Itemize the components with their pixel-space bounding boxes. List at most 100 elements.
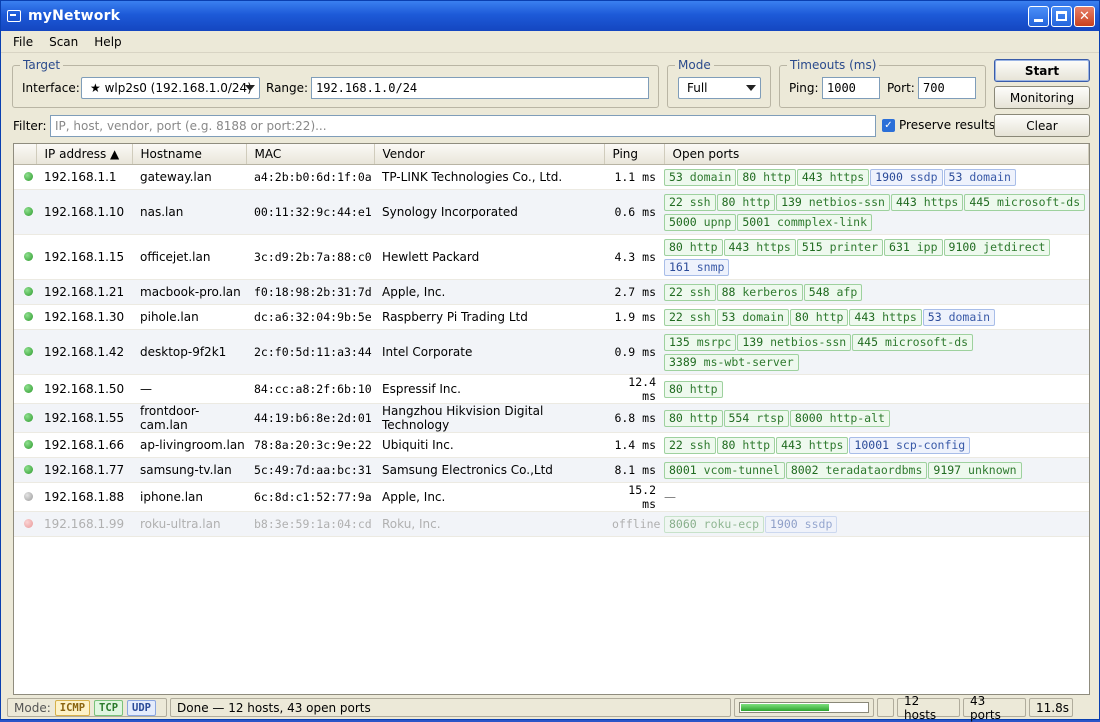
table-row[interactable]: 192.168.1.42 desktop-9f2k1 2c:f0:5d:11:a3:… <box>14 329 1089 375</box>
menu-help[interactable]: Help <box>86 35 129 49</box>
column-header-1[interactable]: IP address ▲ <box>36 144 133 165</box>
port-badge[interactable]: 1900 ssdp <box>870 168 943 186</box>
table-row[interactable]: 192.168.1.10 nas.lan 00:11:32:9c:44:e1 Syno… <box>14 189 1089 235</box>
interface-select[interactable]: ★ wlp2s0 (192.168.1.0/24) <box>81 77 260 99</box>
port-badge[interactable]: 139 netbios-ssn <box>737 333 852 351</box>
range-input[interactable] <box>311 77 649 99</box>
ping-timeout-input[interactable] <box>822 77 880 99</box>
table-row[interactable]: 192.168.1.50—84:cc:a8:2f:6b:10 Espressif … <box>14 374 1089 404</box>
status-cell <box>14 329 36 375</box>
port-badge[interactable]: 22 ssh <box>664 193 716 211</box>
column-header-0[interactable] <box>14 144 37 165</box>
port-badge[interactable]: 443 https <box>723 238 796 256</box>
start-button[interactable]: Start <box>994 59 1090 82</box>
port-badge[interactable]: 53 domain <box>716 308 789 326</box>
mode-select[interactable]: Full <box>678 77 761 99</box>
port-timeout-input[interactable] <box>918 77 976 99</box>
port-number: 53 <box>721 309 736 324</box>
table-row[interactable]: 192.168.1.55 frontdoor-cam.lan 44:19:b6:8e… <box>14 403 1089 433</box>
port-badge[interactable]: 10001 scp-config <box>849 436 971 454</box>
port-number: 443 <box>781 437 802 452</box>
open-ports-cell: 135 msrpc 139 netbios-ssn 445 microsoft-ds… <box>664 329 1089 375</box>
port-badge[interactable]: 443 https <box>796 168 870 186</box>
port-badge[interactable]: 554 rtsp <box>723 409 789 427</box>
port-service: ssh <box>689 194 711 209</box>
port-service: http <box>742 194 771 209</box>
port-badge[interactable]: 80 http <box>716 193 776 211</box>
mac-cell: dc:a6:32:04:9b:5e <box>246 304 374 330</box>
table-row[interactable]: 192.168.1.15 officejet.lan 3c:d9:2b:7a:88:… <box>14 234 1089 280</box>
minimize-button[interactable] <box>1028 5 1049 27</box>
port-badge[interactable]: 53 domain <box>922 308 996 326</box>
ip-cell: 192.168.1.42 <box>36 329 132 375</box>
port-badge[interactable]: 9197 unknown <box>928 461 1022 479</box>
column-header-5[interactable]: Ping <box>604 144 665 165</box>
clear-button[interactable]: Clear <box>994 114 1090 137</box>
port-badge[interactable]: 22 ssh <box>664 436 716 454</box>
column-header-6[interactable]: Open ports <box>664 144 1089 165</box>
table-row[interactable]: 192.168.1.1 gateway.lan a4:2b:b0:6d:1f:0a T… <box>14 164 1089 190</box>
port-badge[interactable]: 88 kerberos <box>716 283 803 301</box>
status-dot-icon <box>24 311 33 321</box>
column-header-4[interactable]: Vendor <box>374 144 605 165</box>
port-badge[interactable]: 1900 ssdp <box>765 515 838 533</box>
port-badge[interactable]: 80 http <box>664 409 723 427</box>
port-badge[interactable]: 548 afp <box>803 283 863 301</box>
port-badge[interactable]: 9100 jetdirect <box>943 238 1051 256</box>
title-bar[interactable]: myNetwork ✕ <box>1 1 1099 31</box>
port-badge[interactable]: 22 ssh <box>664 308 716 326</box>
mac-cell: 5c:49:7d:aa:bc:31 <box>246 457 374 483</box>
port-badge[interactable]: 445 microsoft-ds <box>964 193 1086 211</box>
status-dot-icon <box>24 206 33 216</box>
table-row[interactable]: 192.168.1.66 ap-livingroom.lan 78:8a:20:3c… <box>14 432 1089 458</box>
port-badge[interactable]: 53 domain <box>943 168 1016 186</box>
port-badge[interactable]: 8001 vcom-tunnel <box>664 461 785 479</box>
port-badge[interactable]: 22 ssh <box>664 283 716 301</box>
column-header-3[interactable]: MAC <box>246 144 375 165</box>
close-button[interactable]: ✕ <box>1074 5 1095 27</box>
table-row[interactable]: 192.168.1.30 pihole.lan dc:a6:32:04:9b:5e R… <box>14 304 1089 330</box>
open-ports-cell: 22 ssh 53 domain 80 http 443 https 53 domain <box>664 304 1089 330</box>
maximize-button[interactable] <box>1051 5 1072 27</box>
port-badge[interactable]: 80 http <box>737 168 796 186</box>
port-badge[interactable]: 135 msrpc <box>664 333 737 351</box>
table-row[interactable]: 192.168.1.88 iphone.lan 6c:8d:c1:52:77:9a A… <box>14 482 1089 512</box>
monitoring-button[interactable]: Monitoring <box>994 86 1090 109</box>
table-row[interactable]: 192.168.1.21 macbook-pro.lan f0:18:98:2b:3… <box>14 279 1089 305</box>
open-ports-cell: 22 ssh 80 http 443 https 10001 scp-config <box>664 432 1089 458</box>
port-badge[interactable]: 8002 teradataordbms <box>785 461 928 479</box>
port-service: rtsp <box>756 410 784 425</box>
port-badge[interactable]: 8060 roku-ecp <box>664 515 765 533</box>
port-badge[interactable]: 443 https <box>890 193 964 211</box>
preserve-results-checkbox[interactable]: ✓ Preserve results <box>882 118 995 132</box>
port-badge[interactable]: 515 printer <box>796 238 884 256</box>
port-badge[interactable]: 80 http <box>716 436 776 454</box>
port-badge[interactable]: 631 ipp <box>884 238 943 256</box>
port-badge[interactable]: 443 https <box>776 436 849 454</box>
port-badge[interactable]: 3389 ms-wbt-server <box>664 353 799 371</box>
port-badge[interactable]: 161 snmp <box>664 258 730 276</box>
table-row[interactable]: 192.168.1.77 samsung-tv.lan 5c:49:7d:aa:bc… <box>14 457 1089 483</box>
table-row[interactable]: 192.168.1.99 roku-ultra.lan b8:3e:59:1a:04… <box>14 511 1089 537</box>
port-number: 22 <box>669 437 683 452</box>
port-badge[interactable]: 80 http <box>664 380 723 398</box>
filter-input[interactable] <box>50 115 876 137</box>
port-badge[interactable]: 443 https <box>849 308 922 326</box>
port-badge[interactable]: 80 http <box>664 238 723 256</box>
port-badge[interactable]: 5001 commplex-link <box>737 213 872 231</box>
ping-cell: 0.6 ms <box>604 189 664 235</box>
port-service: http <box>742 437 771 452</box>
menu-file[interactable]: File <box>5 35 41 49</box>
port-badge[interactable]: 8000 http-alt <box>789 409 890 427</box>
port-number: 3389 <box>669 354 697 369</box>
column-header-2[interactable]: Hostname <box>132 144 247 165</box>
port-badge[interactable]: 139 netbios-ssn <box>776 193 890 211</box>
port-badge[interactable]: 53 domain <box>664 168 737 186</box>
port-badge[interactable]: 445 microsoft-ds <box>852 333 974 351</box>
port-badge[interactable]: 5000 upnp <box>664 213 737 231</box>
port-badge[interactable]: 80 http <box>789 308 849 326</box>
port-service: netbios-ssn <box>770 334 847 349</box>
port-number: 10001 <box>854 437 890 452</box>
menu-scan[interactable]: Scan <box>41 35 86 49</box>
udp-chip: UDP <box>127 699 156 716</box>
